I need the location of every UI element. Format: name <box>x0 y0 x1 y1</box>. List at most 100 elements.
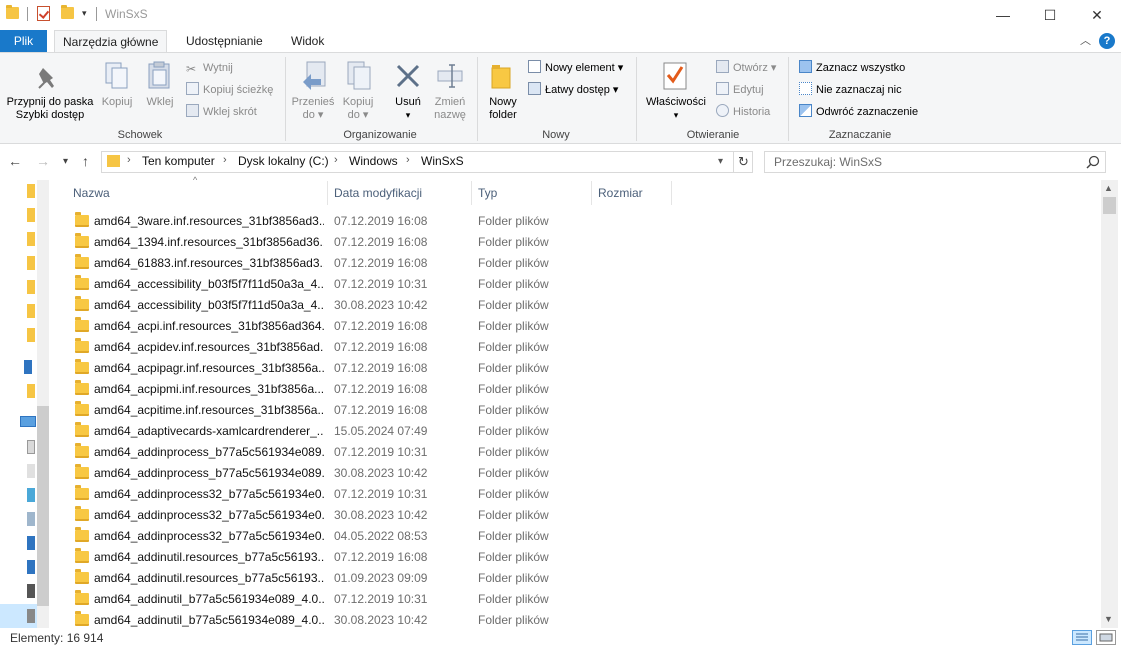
minimize-button[interactable]: — <box>980 0 1026 30</box>
breadcrumb-local-disk[interactable]: Dysk lokalny (C:) <box>238 154 329 168</box>
table-row[interactable]: amd64_addinutil.resources_b77a5c56193...… <box>60 568 1100 589</box>
table-row[interactable]: amd64_1394.inf.resources_31bf3856ad36...… <box>60 232 1100 253</box>
folder-icon[interactable] <box>27 184 35 198</box>
table-row[interactable]: amd64_acpipmi.inf.resources_31bf3856a...… <box>60 379 1100 400</box>
breadcrumb-chevron-icon[interactable]: › <box>223 154 227 166</box>
breadcrumb-winsxs[interactable]: WinSxS <box>421 154 464 168</box>
breadcrumb-chevron-icon[interactable]: › <box>127 154 131 166</box>
tab-view[interactable]: Widok <box>283 30 332 52</box>
pictures-icon[interactable] <box>27 512 35 526</box>
details-view-icon[interactable] <box>1072 630 1092 645</box>
table-row[interactable]: amd64_acpipagr.inf.resources_31bf3856a..… <box>60 358 1100 379</box>
column-divider[interactable] <box>327 181 328 205</box>
file-list-scrollbar[interactable] <box>1101 180 1118 628</box>
music-icon[interactable] <box>27 560 35 574</box>
rename-label1: Zmień <box>434 96 466 108</box>
file-name: amd64_addinprocess32_b77a5c561934e0... <box>94 529 324 543</box>
table-row[interactable]: amd64_addinutil_b77a5c561934e089_4.0....… <box>60 610 1100 630</box>
table-row[interactable]: amd64_adaptivecards-xamlcardrenderer_...… <box>60 421 1100 442</box>
table-row[interactable]: amd64_acpi.inf.resources_31bf3856ad364..… <box>60 316 1100 337</box>
forward-arrow-icon[interactable]: → <box>36 153 50 169</box>
downloads-icon[interactable] <box>27 536 35 550</box>
help-icon[interactable]: ? <box>1099 33 1115 49</box>
properties-dropdown-icon[interactable]: ▾ <box>640 109 712 122</box>
recent-locations-icon[interactable]: ▾ <box>63 156 68 167</box>
customize-quick-access-icon[interactable]: ▾ <box>82 8 87 19</box>
building-icon[interactable] <box>24 360 32 374</box>
properties-quick-access-icon[interactable] <box>37 6 50 21</box>
large-icons-view-icon[interactable] <box>1096 630 1116 645</box>
file-list-scroll-thumb[interactable] <box>1103 197 1116 214</box>
folder-icon[interactable] <box>27 280 35 294</box>
paste-shortcut-button[interactable]: Wklej skrót <box>186 103 257 121</box>
desktop-icon[interactable] <box>27 488 35 502</box>
local-disk-icon[interactable] <box>27 609 35 623</box>
folder-icon <box>75 464 89 479</box>
table-row[interactable]: amd64_addinprocess_b77a5c561934e089... 30… <box>60 463 1100 484</box>
table-row[interactable]: amd64_61883.inf.resources_31bf3856ad3...… <box>60 253 1100 274</box>
easy-access-button[interactable]: Łatwy dostęp ▾ <box>528 81 618 99</box>
column-header-date[interactable]: Data modyfikacji <box>334 186 422 200</box>
tab-share[interactable]: Udostępnianie <box>178 30 271 52</box>
edit-button[interactable]: Edytuj <box>716 81 764 99</box>
scroll-up-icon[interactable]: ▲ <box>1104 183 1113 193</box>
folder-icon[interactable] <box>27 208 35 222</box>
table-row[interactable]: amd64_acpitime.inf.resources_31bf3856a..… <box>60 400 1100 421</box>
breadcrumb-chevron-icon[interactable]: › <box>334 154 338 166</box>
close-button[interactable]: ✕ <box>1074 0 1120 30</box>
table-row[interactable]: amd64_accessibility_b03f5f7f11d50a3a_4..… <box>60 274 1100 295</box>
copy-path-button[interactable]: Kopiuj ścieżkę <box>186 81 273 99</box>
document-icon[interactable] <box>27 440 35 454</box>
cut-button[interactable]: ✂ Wytnij <box>186 59 233 77</box>
select-none-button[interactable]: Nie zaznaczaj nic <box>799 81 902 99</box>
up-arrow-icon[interactable]: ↑ <box>82 153 89 169</box>
table-row[interactable]: amd64_addinprocess32_b77a5c561934e0... 07… <box>60 484 1100 505</box>
drive-icon[interactable] <box>27 464 35 478</box>
new-folder-quick-access-icon[interactable] <box>61 5 74 19</box>
invert-selection-button[interactable]: Odwróć zaznaczenie <box>799 103 918 121</box>
file-name: amd64_addinutil.resources_b77a5c56193... <box>94 550 324 564</box>
folder-icon[interactable] <box>27 328 35 342</box>
table-row[interactable]: amd64_addinprocess_b77a5c561934e089... 07… <box>60 442 1100 463</box>
videos-icon[interactable] <box>27 584 35 598</box>
tab-home[interactable]: Narzędzia główne <box>54 30 168 52</box>
refresh-icon[interactable]: ↻ <box>733 151 753 173</box>
tab-file[interactable]: Plik <box>0 30 47 52</box>
back-arrow-icon[interactable]: ← <box>8 153 22 169</box>
folder-icon[interactable] <box>27 232 35 246</box>
breadcrumb-chevron-icon[interactable]: › <box>406 154 410 166</box>
column-header-name[interactable]: Nazwa <box>73 186 110 200</box>
maximize-button[interactable]: ☐ <box>1027 0 1073 30</box>
table-row[interactable]: amd64_accessibility_b03f5f7f11d50a3a_4..… <box>60 295 1100 316</box>
folder-icon[interactable] <box>27 256 35 270</box>
nav-pane-scroll-thumb[interactable] <box>37 406 49 606</box>
search-icon[interactable] <box>1086 155 1100 169</box>
column-header-size[interactable]: Rozmiar <box>598 186 643 200</box>
column-header-type[interactable]: Typ <box>478 186 497 200</box>
column-divider[interactable] <box>591 181 592 205</box>
table-row[interactable]: amd64_acpidev.inf.resources_31bf3856ad..… <box>60 337 1100 358</box>
computer-icon[interactable] <box>20 416 36 427</box>
table-row[interactable]: amd64_addinutil_b77a5c561934e089_4.0....… <box>60 589 1100 610</box>
table-row[interactable]: amd64_addinprocess32_b77a5c561934e0... 04… <box>60 526 1100 547</box>
column-divider[interactable] <box>471 181 472 205</box>
history-button[interactable]: Historia <box>716 103 770 121</box>
file-date: 07.12.2019 16:08 <box>334 550 428 564</box>
scroll-down-icon[interactable]: ▼ <box>1104 614 1113 624</box>
breadcrumb-this-pc[interactable]: Ten komputer <box>142 154 215 168</box>
new-item-button[interactable]: Nowy element ▾ <box>528 59 623 77</box>
collapse-ribbon-icon[interactable]: ︿ <box>1080 32 1091 48</box>
move-to-label1: Przenieś <box>291 96 335 108</box>
breadcrumb-windows[interactable]: Windows <box>349 154 398 168</box>
open-button[interactable]: Otwórz ▾ <box>716 59 776 77</box>
delete-dropdown-icon[interactable]: ▾ <box>388 109 428 122</box>
table-row[interactable]: amd64_addinutil.resources_b77a5c56193...… <box>60 547 1100 568</box>
column-divider[interactable] <box>671 181 672 205</box>
folder-icon[interactable] <box>27 304 35 318</box>
folder-icon[interactable] <box>27 384 35 398</box>
select-all-button[interactable]: Zaznacz wszystko <box>799 59 905 77</box>
table-row[interactable]: amd64_addinprocess32_b77a5c561934e0... 30… <box>60 505 1100 526</box>
table-row[interactable]: amd64_3ware.inf.resources_31bf3856ad3...… <box>60 211 1100 232</box>
address-dropdown-icon[interactable]: ▾ <box>718 156 723 167</box>
file-name: amd64_acpipagr.inf.resources_31bf3856a..… <box>94 361 324 375</box>
